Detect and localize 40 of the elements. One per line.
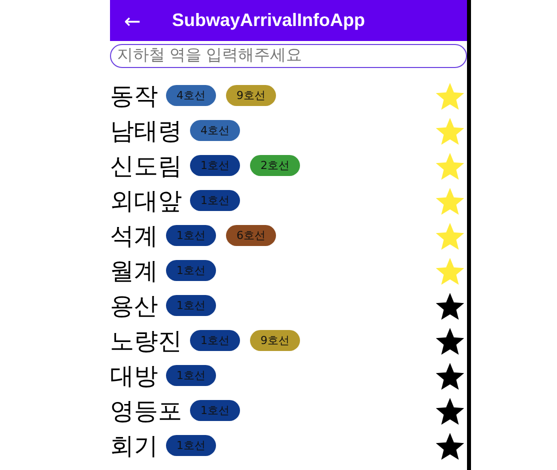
star-icon[interactable] xyxy=(435,396,465,426)
station-name[interactable]: 회기 xyxy=(110,430,158,462)
station-name[interactable]: 월계 xyxy=(110,254,158,286)
line-badge: 1호선 xyxy=(190,330,240,351)
station-name[interactable]: 영등포 xyxy=(110,394,182,426)
line-badge: 1호선 xyxy=(190,155,240,176)
app-title: SubwayArrivalInfoApp xyxy=(172,10,366,31)
station-name[interactable]: 용산 xyxy=(110,290,158,322)
station-name[interactable]: 노량진 xyxy=(110,324,182,356)
star-icon[interactable] xyxy=(435,430,465,460)
line-badge: 1호선 xyxy=(190,400,240,421)
line-badge: 9호선 xyxy=(250,330,300,351)
search-field[interactable]: 지하철 역을 입력해주세요 xyxy=(110,44,467,68)
line-badge: 4호선 xyxy=(190,120,240,141)
station-name[interactable]: 신도림 xyxy=(110,150,182,182)
station-name[interactable]: 외대앞 xyxy=(110,184,182,216)
back-button[interactable]: ← xyxy=(110,8,158,32)
star-icon[interactable] xyxy=(435,326,465,356)
star-icon[interactable] xyxy=(435,290,465,320)
line-badge: 1호선 xyxy=(190,190,240,211)
star-icon[interactable] xyxy=(435,80,465,110)
line-badge: 4호선 xyxy=(166,85,216,106)
star-icon[interactable] xyxy=(435,186,465,216)
station-name[interactable]: 대방 xyxy=(110,360,158,392)
line-badge: 2호선 xyxy=(250,155,300,176)
line-badge: 1호선 xyxy=(166,295,216,316)
line-badge: 1호선 xyxy=(166,260,216,281)
line-badge: 1호선 xyxy=(166,225,216,246)
star-icon[interactable] xyxy=(435,360,465,390)
station-name[interactable]: 석계 xyxy=(110,220,158,252)
line-badge: 9호선 xyxy=(226,85,276,106)
star-icon[interactable] xyxy=(435,256,465,286)
line-badge: 1호선 xyxy=(166,365,216,386)
station-name[interactable]: 남태령 xyxy=(110,114,182,146)
line-badge: 1호선 xyxy=(166,435,216,456)
star-icon[interactable] xyxy=(435,116,465,146)
line-badge: 6호선 xyxy=(226,225,276,246)
station-name[interactable]: 동작 xyxy=(110,80,158,112)
star-icon[interactable] xyxy=(435,220,465,250)
star-icon[interactable] xyxy=(435,150,465,180)
